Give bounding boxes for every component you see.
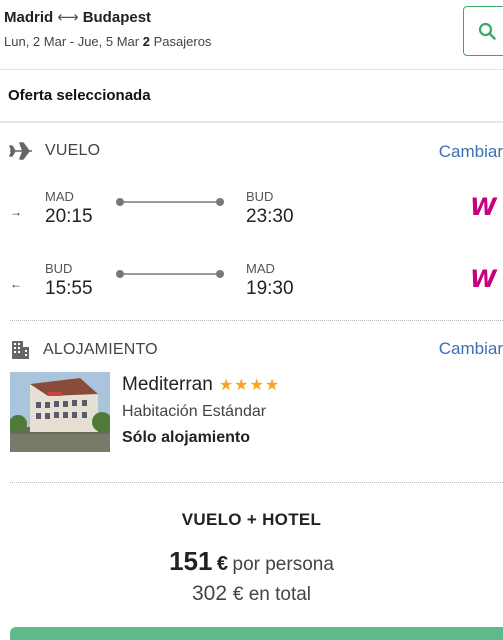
- package-label: VUELO + HOTEL: [181, 510, 322, 529]
- outbound-arrow-icon: →: [10, 205, 22, 219]
- flight-route-line: [116, 198, 224, 206]
- hotel-name-row: Mediterran ★★★★: [122, 374, 280, 396]
- flight-route-line: [116, 270, 224, 278]
- arrival-time: 19:30: [246, 278, 294, 299]
- total-label: € en total: [232, 584, 312, 605]
- price-total: 302 € en total: [0, 582, 503, 606]
- search-summary-header: Madrid ⟷ Budapest Lun, 2 Mar - Jue, 5 Ma…: [0, 0, 503, 70]
- search-icon: [478, 22, 496, 40]
- divider: [10, 320, 503, 321]
- plane-icon: [9, 142, 32, 160]
- origin-city: Madrid: [4, 8, 54, 26]
- hotel-photo[interactable]: [10, 372, 110, 452]
- board-type: Sólo alojamiento: [122, 429, 251, 446]
- departure-time: 20:15: [45, 206, 93, 227]
- destination-city: Budapest: [82, 8, 152, 26]
- selected-offer-title: Oferta seleccionada: [8, 87, 151, 104]
- room-type: Habitación Estándar: [122, 403, 267, 420]
- star-rating: ★★★★: [218, 377, 281, 394]
- return-leg: ← BUD 15:55 MAD 19:30 W: [0, 261, 503, 311]
- return-arrow-icon: ←: [10, 277, 22, 291]
- price-amount: 151: [169, 546, 213, 576]
- arrival-time: 23:30: [246, 206, 294, 227]
- price-currency: €: [216, 553, 229, 575]
- hotel-section-label: ALOJAMIENTO: [43, 341, 158, 358]
- passengers-label: Pasajeros: [153, 34, 212, 49]
- per-person-label: por persona: [232, 554, 334, 575]
- flight-section-header: VUELO: [9, 141, 100, 161]
- passengers-count: 2: [142, 34, 150, 49]
- change-hotel-link[interactable]: Cambiar: [439, 339, 503, 359]
- change-flight-link[interactable]: Cambiar: [439, 142, 503, 162]
- route: Madrid ⟷ Budapest: [4, 8, 152, 27]
- total-amount: 302: [191, 582, 228, 605]
- roundtrip-icon: ⟷: [57, 9, 79, 26]
- search-button[interactable]: [463, 6, 503, 56]
- flight-section-label: VUELO: [45, 142, 101, 159]
- price-per-person: 151 € por persona: [0, 546, 503, 577]
- departure-airport: MAD: [45, 189, 74, 204]
- airline-logo: W: [470, 193, 497, 221]
- continue-button[interactable]: [10, 627, 503, 640]
- trip-meta: Lun, 2 Mar - Jue, 5 Mar 2 Pasajeros: [4, 34, 211, 49]
- airline-logo: W: [470, 265, 497, 293]
- divider: [10, 482, 503, 483]
- divider: [0, 121, 503, 123]
- building-icon: [12, 341, 29, 359]
- departure-time: 15:55: [45, 278, 93, 299]
- arrival-airport: MAD: [246, 261, 275, 276]
- arrival-airport: BUD: [246, 189, 274, 204]
- hotel-name[interactable]: Mediterran: [122, 374, 213, 396]
- trip-dates: Lun, 2 Mar - Jue, 5 Mar: [4, 34, 140, 49]
- outbound-leg: → MAD 20:15 BUD 23:30 W: [0, 189, 503, 239]
- departure-airport: BUD: [45, 261, 73, 276]
- hotel-section-header: ALOJAMIENTO: [9, 339, 158, 361]
